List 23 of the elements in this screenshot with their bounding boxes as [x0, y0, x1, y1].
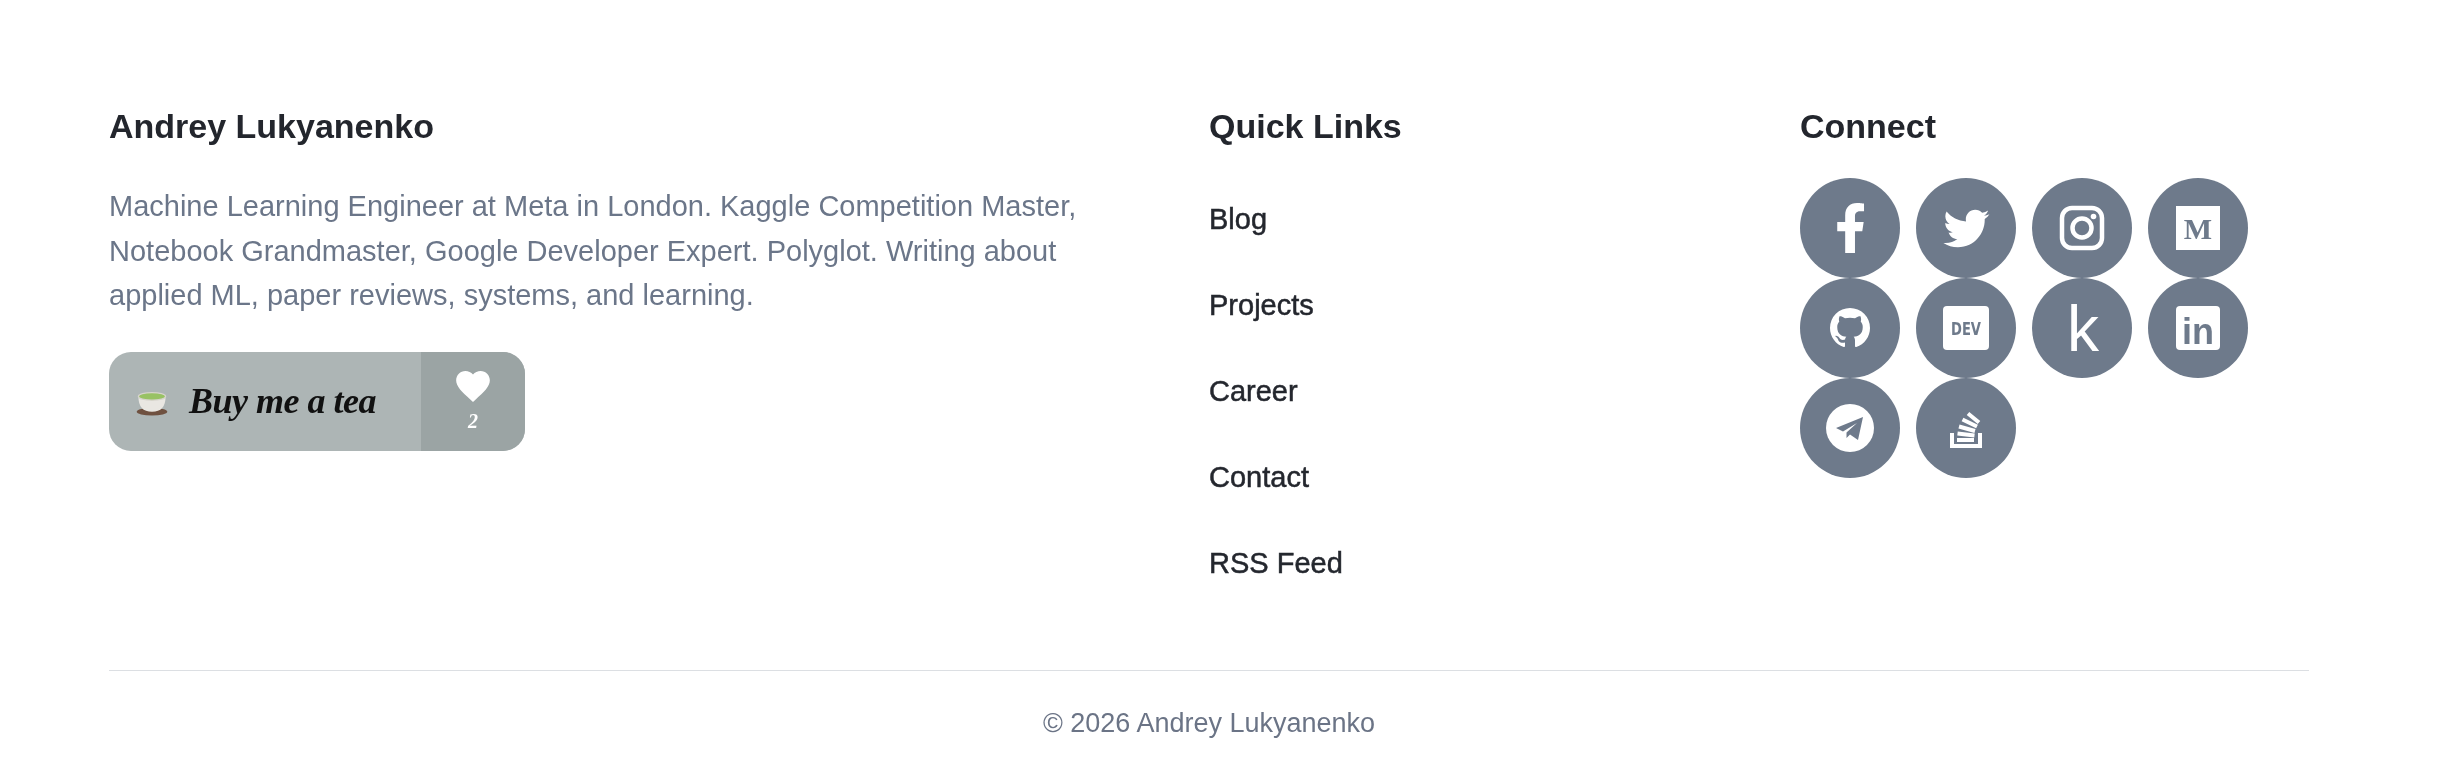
- medium-icon[interactable]: M: [2148, 178, 2248, 278]
- nav-link[interactable]: Blog: [1209, 199, 1268, 239]
- nav-link[interactable]: Contact: [1209, 457, 1309, 497]
- bio-text: Machine Learning Engineer at Meta in London. Kaggle Competition Master, Notebook Grandmaster, Google Developer Expert. Polyglot. Writing about applied ML, paper reviews, systems, and learning.: [109, 189, 1078, 313]
- tea-button[interactable]: Buy me a tea 2: [109, 351, 525, 451]
- instagram-icon[interactable]: [2032, 178, 2132, 278]
- linkedin-icon[interactable]: in: [2148, 278, 2248, 378]
- twitter-icon[interactable]: [1916, 178, 2016, 278]
- copyright-text: © 2026 Andrey Lukyanenko: [1041, 707, 1377, 740]
- dev-icon[interactable]: DEV: [1916, 278, 2016, 378]
- stack-overflow-icon[interactable]: [1916, 378, 2016, 478]
- profile-name: Andrey Lukyanenko: [109, 106, 434, 147]
- nav-link[interactable]: Projects: [1209, 285, 1314, 325]
- heart-icon: [456, 370, 490, 402]
- section-title: Quick Links: [1209, 106, 1402, 147]
- nav-link[interactable]: RSS Feed: [1209, 543, 1343, 583]
- section-title: Connect: [1800, 106, 1936, 147]
- nav-link[interactable]: Career: [1209, 371, 1298, 411]
- like-count: 2: [468, 409, 478, 432]
- kaggle-icon[interactable]: k: [2032, 278, 2132, 378]
- facebook-icon[interactable]: [1800, 178, 1900, 278]
- telegram-icon[interactable]: [1800, 378, 1900, 478]
- github-icon[interactable]: [1800, 278, 1900, 378]
